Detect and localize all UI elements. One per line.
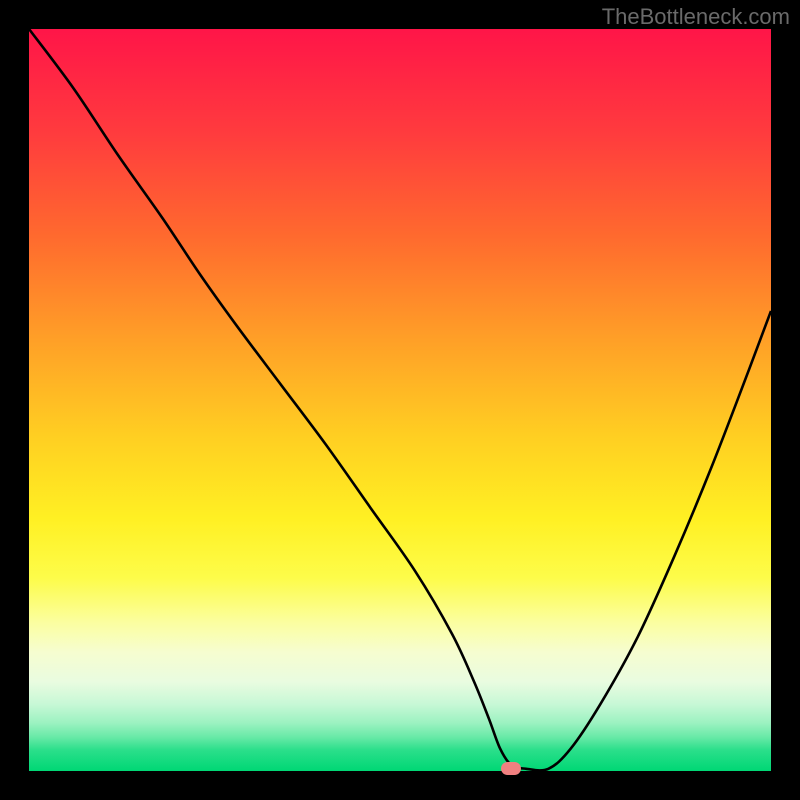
bottleneck-curve bbox=[29, 29, 771, 771]
chart-container: TheBottleneck.com bbox=[0, 0, 800, 800]
plot-area bbox=[29, 29, 771, 771]
optimal-point-marker bbox=[501, 762, 521, 775]
watermark-text: TheBottleneck.com bbox=[602, 4, 790, 30]
